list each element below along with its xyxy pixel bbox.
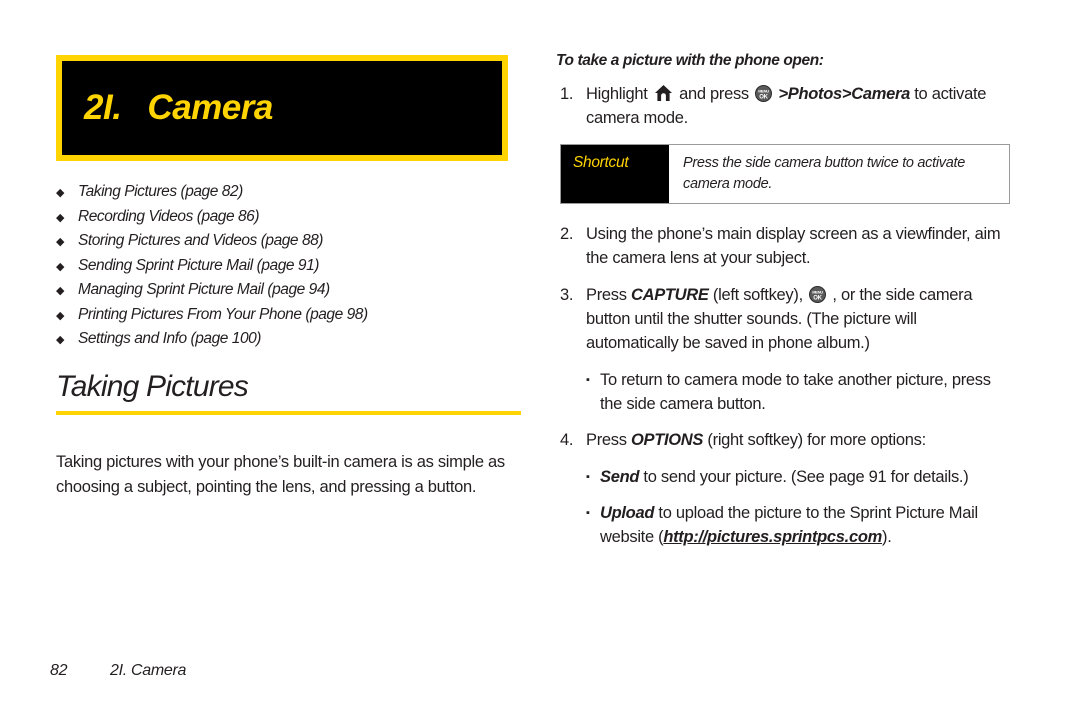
procedure-substep-send: ▪ Send to send your picture. (See page 9… [556,465,1008,489]
menu-ok-key-icon: MENU OK [755,85,773,102]
step-text: Using the phone’s main display screen as… [586,225,1001,267]
svg-text:MENU: MENU [758,89,769,94]
step-number: 2. [560,225,574,243]
substep-text-fragment: ). [882,528,892,546]
step-text-fragment: Press [586,431,631,449]
home-icon [654,84,673,102]
diamond-bullet-icon: ◆ [56,187,65,199]
page-footer: 82 2I. Camera [50,662,186,680]
procedure-step-4: 4. Press OPTIONS (right softkey) for mor… [556,428,1008,452]
step-text-fragment: (left softkey), [708,286,808,304]
list-item-label: Managing Sprint Picture Mail (page 94) [78,281,330,298]
footer-page-number: 82 [50,662,68,679]
section-heading: Taking Pictures [56,370,249,403]
step-text-fragment: (right softkey) for more options: [703,431,926,449]
list-item-label: Taking Pictures (page 82) [78,183,243,200]
step-text-fragment: Press [586,286,631,304]
option-upload-label: Upload [600,504,655,522]
step-text-fragment: Highlight [586,85,652,103]
menu-path-photos: >Photos [778,85,842,103]
square-bullet-icon: ▪ [586,507,590,519]
list-item-label: Storing Pictures and Videos (page 88) [78,232,324,249]
softkey-options-label: OPTIONS [630,431,704,449]
substep-text-fragment: to send your picture. (See page 91 for d… [639,468,969,486]
diamond-bullet-icon: ◆ [56,285,65,297]
procedure-substep-return-to-camera: ▪ To return to camera mode to take anoth… [556,368,1008,416]
sprint-picture-mail-url[interactable]: http://pictures.sprintpcs.com [663,528,882,546]
shortcut-callout: Shortcut Press the side camera button tw… [560,144,1010,204]
step-number: 3. [560,286,574,304]
list-item[interactable]: ◆ Storing Pictures and Videos (page 88) [56,232,526,250]
list-item[interactable]: ◆ Taking Pictures (page 82) [56,183,526,201]
svg-text:OK: OK [759,94,768,100]
list-item-label: Recording Videos (page 86) [78,207,260,225]
diamond-bullet-icon: ◆ [56,309,65,322]
square-bullet-icon: ▪ [586,374,590,386]
svg-text:MENU: MENU [812,290,823,295]
step-text: Highlight and press MENU OK >Photos>Camer… [586,82,1008,130]
menu-ok-key-icon: MENU OK [809,286,827,303]
section-taking-pictures: Taking Pictures Taking pictures with you… [56,370,526,500]
shortcut-text: Press the side camera button twice to ac… [683,155,965,192]
footer-chapter-reference: 2I. Camera [110,662,187,679]
right-column: To take a picture with the phone open: 1… [556,52,1010,561]
list-item[interactable]: ◆ Managing Sprint Picture Mail (page 94) [56,281,526,299]
procedure-step-1: 1. Highlight and press MENU OK >Photos>Ca… [556,82,1008,130]
substep-text: To return to camera mode to take another… [600,371,991,413]
substep-text: Upload to upload the picture to the Spri… [600,501,1008,549]
chapter-title: Camera [147,88,273,127]
softkey-capture-label: CAPTURE [630,286,709,304]
square-bullet-icon: ▪ [586,471,590,483]
list-item-label: Settings and Info (page 100) [78,330,262,347]
list-item-label: Printing Pictures From Your Phone (page … [78,305,368,323]
diamond-bullet-icon: ◆ [56,260,65,273]
option-send-label: Send [600,468,640,486]
step-number: 1. [560,85,574,103]
step-text: Press CAPTURE (left softkey), MENU OK , o… [586,283,1008,355]
chapter-number: 2I. [84,88,122,127]
chapter-banner: 2I. Camera [56,55,508,161]
section-divider [56,411,521,415]
list-item-label: Sending Sprint Picture Mail (page 91) [78,256,319,274]
list-item[interactable]: ◆ Sending Sprint Picture Mail (page 91) [56,257,526,275]
left-column: 2I. Camera ◆ Taking Pictures (page 82) ◆… [56,55,526,517]
menu-path-camera: >Camera [841,85,910,103]
svg-text:OK: OK [813,295,822,301]
substep-text: Send to send your picture. (See page 91 … [600,465,1008,489]
chapter-contents-list: ◆ Taking Pictures (page 82) ◆ Recording … [56,183,526,348]
procedure-intro: To take a picture with the phone open: [556,52,824,69]
procedure-step-3: 3. Press CAPTURE (left softkey), MENU OK … [556,283,1008,355]
manual-page: 2I. Camera ◆ Taking Pictures (page 82) ◆… [0,0,1080,720]
procedure-step-2: 2. Using the phone’s main display screen… [556,222,1008,270]
section-paragraph: Taking pictures with your phone’s built-… [56,453,505,496]
diamond-bullet-icon: ◆ [56,236,65,248]
list-item[interactable]: ◆ Settings and Info (page 100) [56,330,526,348]
diamond-bullet-icon: ◆ [56,211,65,224]
procedure-substep-upload: ▪ Upload to upload the picture to the Sp… [556,501,1008,549]
step-text-fragment: and press [674,85,754,103]
diamond-bullet-icon: ◆ [56,334,65,346]
step-text: Press OPTIONS (right softkey) for more o… [586,428,1008,452]
step-number: 4. [560,431,574,449]
list-item[interactable]: ◆ Printing Pictures From Your Phone (pag… [56,306,526,324]
shortcut-label: Shortcut [561,145,669,203]
list-item[interactable]: ◆ Recording Videos (page 86) [56,208,526,226]
